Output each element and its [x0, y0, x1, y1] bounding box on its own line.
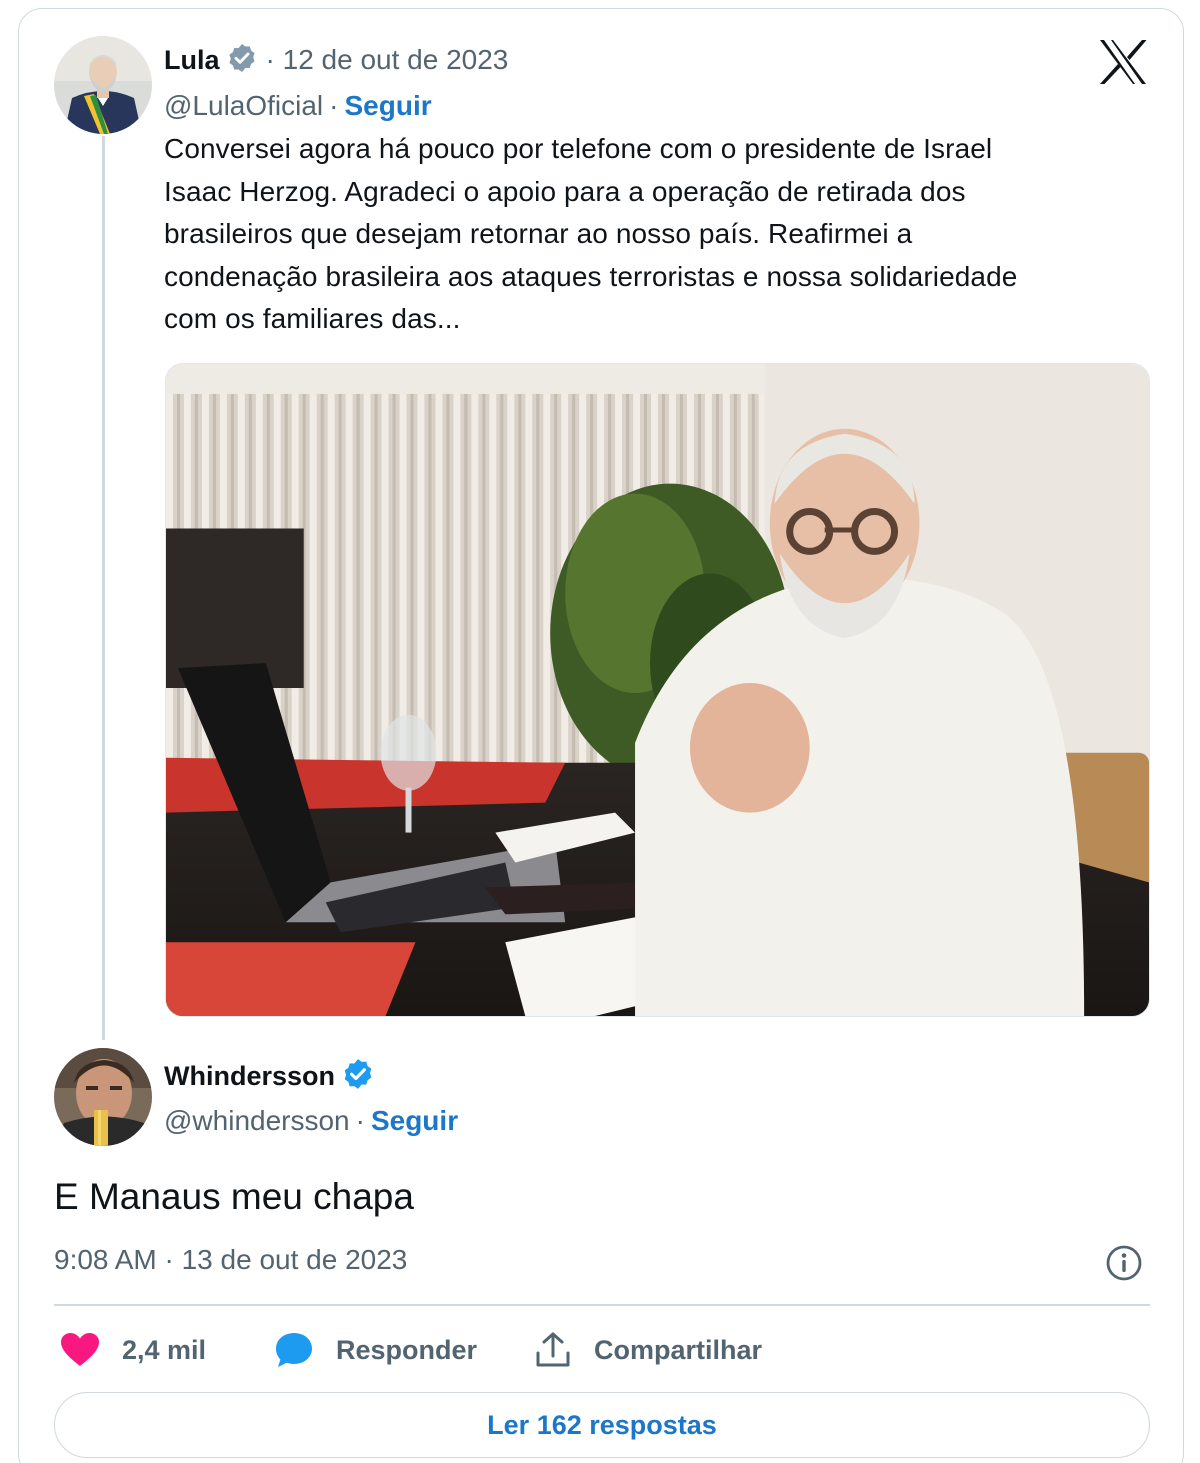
- divider: [54, 1304, 1150, 1306]
- quoted-handle-row: @LulaOficial · Seguir: [164, 86, 432, 126]
- tweet-photo[interactable]: [165, 363, 1150, 1017]
- quoted-author-row: Lula · 12 de out de 2023: [164, 40, 508, 80]
- reply-button[interactable]: Responder: [274, 1330, 477, 1370]
- quoted-text-line: condenação brasileira aos ataques terror…: [164, 260, 1018, 292]
- info-icon[interactable]: [1105, 1244, 1143, 1282]
- author-row: Whindersson: [164, 1056, 375, 1096]
- author-handle[interactable]: @whindersson: [164, 1105, 350, 1137]
- thread-connector-line: [102, 136, 105, 1040]
- lula-avatar[interactable]: [54, 36, 152, 134]
- quoted-text-line: Conversei agora há pouco por telefone co…: [164, 133, 993, 164]
- share-button[interactable]: Compartilhar: [534, 1330, 762, 1370]
- quoted-text-line: brasileiros que desejam retornar ao noss…: [164, 218, 913, 249]
- follow-button[interactable]: Seguir: [371, 1105, 458, 1137]
- like-button[interactable]: 2,4 mil: [60, 1330, 206, 1370]
- quoted-text-line: com os familiares das...: [164, 303, 461, 334]
- quoted-text-line: Isaac Herzog. Agradeci o apoio para a op…: [164, 175, 966, 207]
- verified-badge-icon: [226, 42, 258, 79]
- tweet-text: E Manaus meu chapa: [54, 1176, 414, 1217]
- reply-label: Responder: [336, 1334, 478, 1365]
- author-name[interactable]: Whindersson: [164, 1061, 335, 1092]
- share-upload-icon: [536, 1332, 570, 1367]
- quoted-author-name[interactable]: Lula: [164, 45, 220, 76]
- handle-separator: ·: [329, 90, 339, 121]
- share-label: Compartilhar: [594, 1334, 763, 1365]
- quoted-tweet-text: Conversei agora há pouco por telefone co…: [164, 128, 1154, 341]
- handle-separator: ·: [355, 1105, 365, 1136]
- quoted-handle[interactable]: @LulaOficial: [164, 90, 323, 122]
- heart-icon: [61, 1333, 99, 1366]
- whindersson-avatar[interactable]: [54, 1048, 152, 1146]
- speech-bubble-icon: [276, 1333, 312, 1367]
- x-logo-icon[interactable]: [1098, 38, 1148, 86]
- read-replies-button[interactable]: Ler 162 respostas: [54, 1392, 1150, 1458]
- follow-button[interactable]: Seguir: [344, 90, 431, 122]
- tweet-timestamp[interactable]: 9:08 AM · 13 de out de 2023: [54, 1244, 407, 1276]
- verified-badge-icon: [341, 1057, 375, 1096]
- quoted-date[interactable]: · 12 de out de 2023: [266, 44, 509, 76]
- author-handle-row: @whindersson · Seguir: [164, 1101, 458, 1141]
- like-count: 2,4 mil: [122, 1334, 207, 1365]
